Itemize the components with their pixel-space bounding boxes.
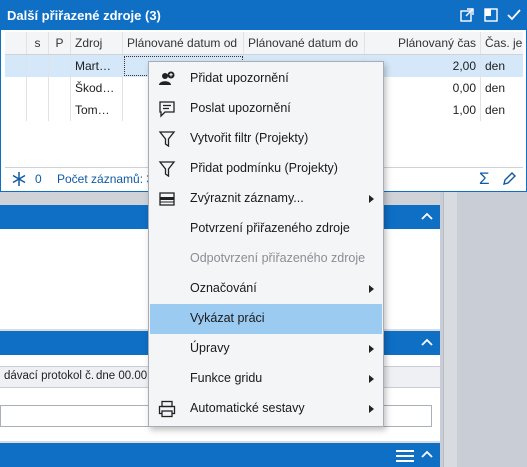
menu-item-edits[interactable]: Úpravy: [150, 334, 382, 364]
column-header-zdroj[interactable]: Zdroj: [71, 32, 123, 54]
menu-item-label: Vytvořit filtr (Projekty): [190, 131, 309, 145]
submenu-arrow-icon: [369, 345, 374, 353]
column-header-planned-time[interactable]: Plánovaný čas: [365, 32, 481, 54]
edit-pencil-icon[interactable]: [501, 171, 517, 187]
menu-item-label: Přidat podmínku (Projekty): [190, 161, 338, 175]
menu-item-grid-functions[interactable]: Funkce gridu: [150, 364, 382, 394]
confirm-check-icon[interactable]: [506, 7, 522, 23]
background-section-header-3: [0, 443, 440, 467]
menu-item-confirm-resource[interactable]: Potvrzení přiřazeného zdroje: [150, 214, 382, 244]
field-label: dávací protokol č.: [4, 370, 95, 382]
collapse-chevron-icon[interactable]: [418, 446, 436, 464]
menu-item-marking[interactable]: Označování: [150, 274, 382, 304]
add-notification-icon: [158, 70, 176, 88]
filter-icon: [158, 130, 176, 148]
printer-icon: [158, 400, 176, 418]
column-header-s[interactable]: s: [27, 32, 49, 54]
filter-add-icon: [158, 160, 176, 178]
submenu-arrow-icon: [369, 195, 374, 203]
cell-time-unit: den: [485, 81, 506, 95]
menu-item-label: Automatické sestavy: [190, 401, 305, 415]
menu-item-label: Přidat upozornění: [190, 71, 289, 85]
sum-icon[interactable]: Σ: [479, 169, 490, 189]
cell-zdroj: Mart…: [71, 55, 123, 77]
menu-item-label: Vykázat práci: [190, 311, 265, 325]
field-label-date: dne 00.00: [96, 370, 148, 382]
column-header-time-unit[interactable]: Čas. je: [481, 32, 523, 54]
record-count: Počet záznamů: 3: [57, 172, 154, 186]
submenu-arrow-icon: [369, 405, 374, 413]
menu-item-label: Označování: [190, 281, 257, 295]
menu-item-unconfirm-resource: Odpotvrzení přiřazeného zdroje: [150, 244, 382, 274]
highlight-icon: [158, 190, 176, 208]
window-title-bar: Další přiřazené zdroje (3): [1, 1, 526, 30]
column-header-date-from[interactable]: Plánované datum od: [123, 32, 244, 54]
menu-item-report-work[interactable]: Vykázat práci: [150, 304, 382, 334]
menu-item-label: Odpotvrzení přiřazeného zdroje: [190, 251, 366, 265]
message-icon: [158, 100, 176, 118]
menu-item-label: Potvrzení přiřazeného zdroje: [190, 221, 350, 235]
menu-item-add-condition[interactable]: Přidat podmínku (Projekty): [150, 154, 382, 184]
menu-item-add-notification[interactable]: Přidat upozornění: [150, 64, 382, 94]
dock-window-icon[interactable]: [483, 7, 499, 23]
menu-item-label: Zvýraznit záznamy...: [190, 191, 304, 205]
collapse-chevron-icon[interactable]: [418, 334, 436, 352]
cell-zdroj: Tom…: [71, 99, 123, 121]
hamburger-menu-icon[interactable]: [396, 447, 414, 463]
column-header-date-to[interactable]: Plánované datum do: [244, 32, 365, 54]
menu-item-label: Funkce gridu: [190, 371, 263, 385]
submenu-arrow-icon: [369, 285, 374, 293]
menu-item-auto-reports[interactable]: Automatické sestavy: [150, 394, 382, 424]
grid-corner[interactable]: [5, 32, 27, 54]
marked-count: 0: [35, 172, 42, 186]
menu-item-label: Poslat upozornění: [190, 101, 291, 115]
open-external-icon[interactable]: [459, 7, 475, 23]
menu-item-highlight-records[interactable]: Zvýraznit záznamy...: [150, 184, 382, 214]
column-header-p[interactable]: P: [49, 32, 71, 54]
cell-time-unit: den: [485, 59, 506, 73]
context-menu: Přidat upozornění Poslat upozornění Vytv…: [148, 61, 384, 427]
grid-header: s P Zdroj Plánované datum od Plánované d…: [5, 32, 523, 55]
window-title: Další přiřazené zdroje (3): [7, 8, 161, 23]
collapse-chevron-icon[interactable]: [418, 208, 436, 226]
cell-zdroj: Škod…: [71, 77, 123, 99]
cell-time-unit: den: [485, 103, 506, 117]
snowflake-icon[interactable]: [11, 171, 27, 187]
menu-item-send-notification[interactable]: Poslat upozornění: [150, 94, 382, 124]
menu-item-label: Úpravy: [190, 341, 230, 355]
menu-item-create-filter[interactable]: Vytvořit filtr (Projekty): [150, 124, 382, 154]
submenu-arrow-icon: [369, 375, 374, 383]
